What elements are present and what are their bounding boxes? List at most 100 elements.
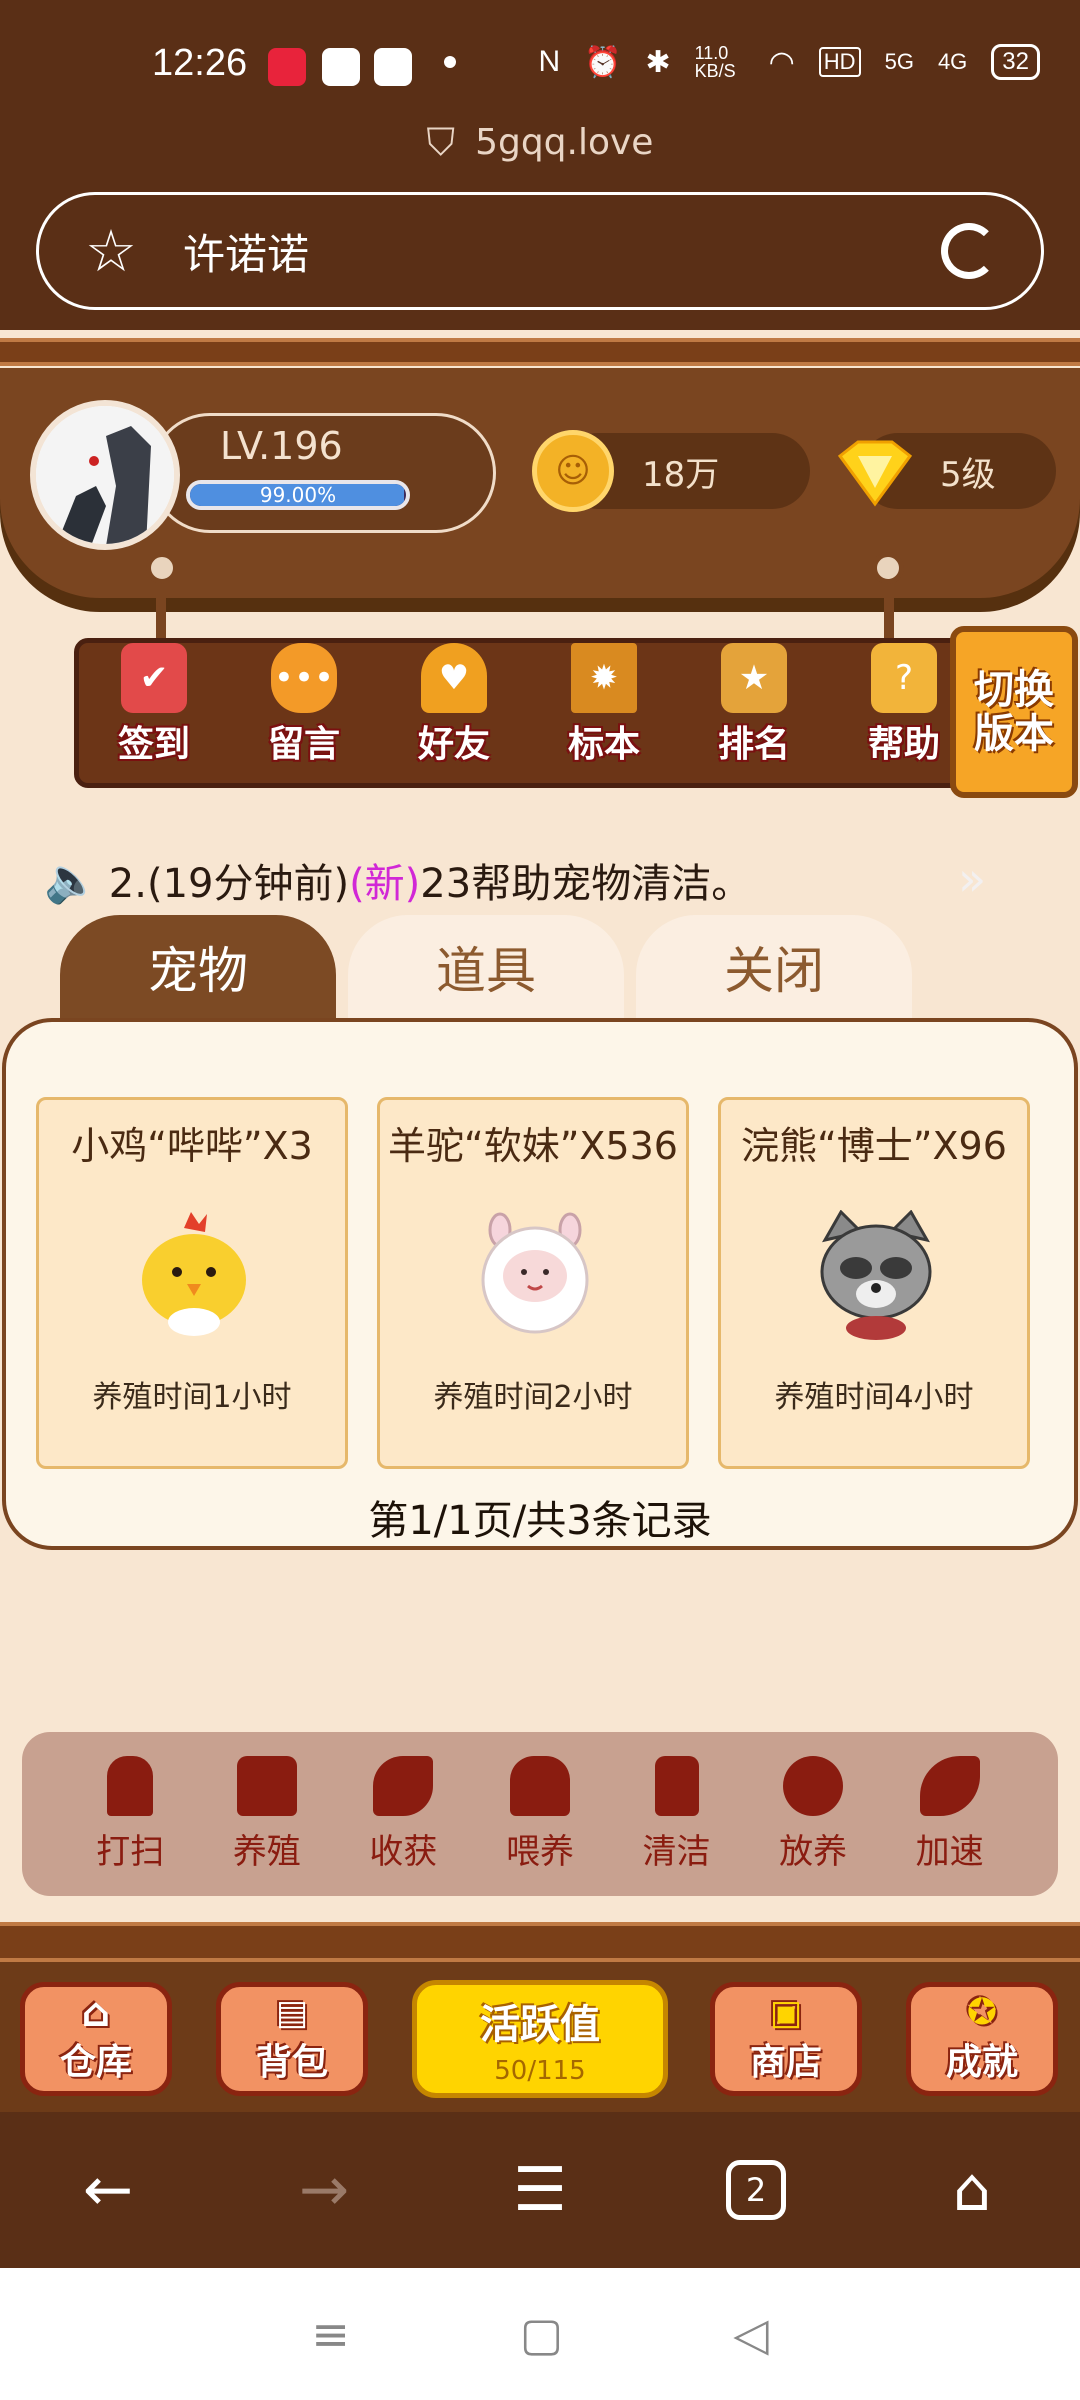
notice-prefix: 2.(19分钟前) xyxy=(108,861,350,907)
level-progress-label: 99.00% xyxy=(259,483,337,507)
avatar[interactable] xyxy=(30,400,180,550)
shop-button[interactable]: ▣ 商店 xyxy=(710,1982,862,2096)
rocket-icon xyxy=(919,1755,980,1816)
recents-icon[interactable]: ≡ xyxy=(311,2307,350,2361)
feed-bag-icon xyxy=(509,1755,570,1816)
url-row: ⛉ 5gqq.love xyxy=(0,112,1080,172)
coin-icon: ☺ xyxy=(532,430,614,512)
friend-heart-icon: ♥ xyxy=(421,643,487,713)
menu-icon[interactable]: ☰ xyxy=(480,2155,600,2225)
broom-icon xyxy=(107,1755,154,1816)
chat-bubble-icon: ••• xyxy=(271,643,337,713)
level-text: LV.196 xyxy=(220,424,343,468)
home-square-icon[interactable]: ▢ xyxy=(520,2307,563,2361)
raccoon-image xyxy=(820,1210,932,1340)
action-breed[interactable]: 养殖 xyxy=(233,1755,301,1873)
backpack-icon: ▤ xyxy=(275,1993,309,2033)
pet-card-raccoon[interactable]: 浣熊“博士”X96 养殖时间4小时 xyxy=(718,1097,1030,1469)
medal-icon: ✪ xyxy=(966,1992,998,2033)
farm-icon xyxy=(236,1755,297,1816)
achievement-button[interactable]: ✪ 成就 xyxy=(906,1982,1058,2096)
diamond-icon xyxy=(837,440,913,507)
back-icon[interactable]: ← xyxy=(48,2155,168,2225)
action-release[interactable]: 放养 xyxy=(779,1755,847,1873)
forward-icon[interactable]: → xyxy=(264,2155,384,2225)
url-text: 5gqq.love xyxy=(475,121,654,163)
nfc-icon: N xyxy=(538,45,561,78)
book-icon: ✹ xyxy=(571,643,637,713)
nav-sign-in[interactable]: ✔ 签到 xyxy=(79,643,229,783)
pet-time: 养殖时间2小时 xyxy=(433,1380,633,1415)
alarm-icon: ⏰ xyxy=(584,45,622,79)
address-bar[interactable]: ☆ 许诺诺 xyxy=(36,192,1044,310)
back-triangle-icon[interactable]: ◁ xyxy=(733,2307,768,2361)
home-icon[interactable]: ⌂ xyxy=(912,2155,1032,2225)
action-clean[interactable]: 清洁 xyxy=(643,1755,711,1873)
pet-card-alpaca[interactable]: 羊驼“软妹”X536 养殖时间2小时 xyxy=(377,1097,689,1469)
browser-toolbar: ← → ☰ 2 ⌂ xyxy=(0,2112,1080,2268)
sign-knob-left xyxy=(146,552,178,584)
action-feed[interactable]: 喂养 xyxy=(506,1755,574,1873)
tab-bar: 宠物 道具 关闭 xyxy=(60,915,912,1019)
signal-4g-icon: 4G xyxy=(937,49,968,74)
nav-specimen[interactable]: ✹ 标本 xyxy=(529,643,679,783)
tab-count: 2 xyxy=(726,2160,786,2220)
activity-button[interactable]: 活跃值 50/115 xyxy=(412,1980,668,2098)
address-text[interactable]: 许诺诺 xyxy=(183,221,941,282)
app-notification-icon xyxy=(268,48,306,86)
nav-friends[interactable]: ♥ 好友 xyxy=(379,643,529,783)
podium-icon: ★ xyxy=(721,643,787,713)
activity-value: 50/115 xyxy=(494,2056,586,2086)
notice-bar[interactable]: 🔈 2.(19分钟前) (新) 23帮助宠物清洁。 xyxy=(44,850,1034,910)
header-stripe xyxy=(0,338,1080,366)
action-speedup[interactable]: 加速 xyxy=(916,1755,984,1873)
pet-name: 羊驼“软妹”X536 xyxy=(388,1124,678,1168)
action-sweep[interactable]: 打扫 xyxy=(96,1755,164,1873)
tab-items[interactable]: 道具 xyxy=(348,915,624,1019)
action-bar: 打扫 养殖 收获 喂养 清洁 放养 加速 xyxy=(22,1732,1058,1896)
bottom-stripe xyxy=(0,1922,1080,1962)
paw-icon xyxy=(783,1755,844,1816)
action-harvest[interactable]: 收获 xyxy=(369,1755,437,1873)
notice-new-tag: (新) xyxy=(349,861,421,907)
system-nav-bar: ≡ ▢ ◁ xyxy=(0,2268,1080,2400)
feature-nav: ✔ 签到 ••• 留言 ♥ 好友 ✹ 标本 ★ 排名 ? 帮助 xyxy=(74,638,984,788)
hd-icon: HD xyxy=(818,47,861,77)
wifi-icon: ◠ xyxy=(768,45,795,79)
bookmark-star-icon[interactable]: ☆ xyxy=(85,222,137,280)
system-icons: N ⏰ ✱ 11.0 KB/S ◠ HD 5G 4G 32 xyxy=(538,44,1040,80)
gem-level: 5级 xyxy=(940,454,996,495)
tab-close[interactable]: 关闭 xyxy=(636,915,912,1019)
battery-icon: 32 xyxy=(991,44,1040,80)
signal-5g-icon: 5G xyxy=(884,49,914,74)
pet-name: 小鸡“哔哔”X3 xyxy=(71,1124,313,1168)
reload-icon[interactable] xyxy=(941,223,997,279)
pet-card-chick[interactable]: 小鸡“哔哔”X3 养殖时间1小时 xyxy=(36,1097,348,1469)
warehouse-button[interactable]: ⌂ 仓库 xyxy=(20,1982,172,2096)
spray-bottle-icon xyxy=(654,1755,699,1816)
house-icon: ⌂ xyxy=(81,1990,111,2036)
net-speed: 11.0 KB/S xyxy=(694,43,736,81)
nav-message[interactable]: ••• 留言 xyxy=(229,643,379,783)
coin-amount: 18万 xyxy=(642,454,720,495)
nav-ranking[interactable]: ★ 排名 xyxy=(679,643,829,783)
alpaca-image xyxy=(481,1212,589,1334)
tabs-button[interactable]: 2 xyxy=(696,2160,816,2220)
activity-label: 活跃值 xyxy=(480,2002,600,2048)
chick-image xyxy=(142,1212,246,1336)
double-chevron-icon[interactable]: » xyxy=(958,852,986,906)
tab-pets[interactable]: 宠物 xyxy=(60,915,336,1019)
status-time: 12:26 xyxy=(152,42,248,84)
security-shield-icon: ⛉ xyxy=(426,119,456,164)
calendar-check-icon: ✔ xyxy=(121,643,187,713)
pet-name: 浣熊“博士”X96 xyxy=(741,1124,1007,1168)
switch-version-button[interactable]: 切换版本 xyxy=(950,626,1078,798)
dot-icon xyxy=(444,56,456,68)
backpack-button[interactable]: ▤ 背包 xyxy=(216,1982,368,2096)
shopping-bag-icon: ▣ xyxy=(769,1993,803,2033)
pet-time: 养殖时间4小时 xyxy=(774,1380,974,1415)
hand-icon xyxy=(373,1755,434,1816)
help-icon: ? xyxy=(871,643,937,713)
bluetooth-icon: ✱ xyxy=(645,45,671,79)
play-icon xyxy=(374,48,412,86)
